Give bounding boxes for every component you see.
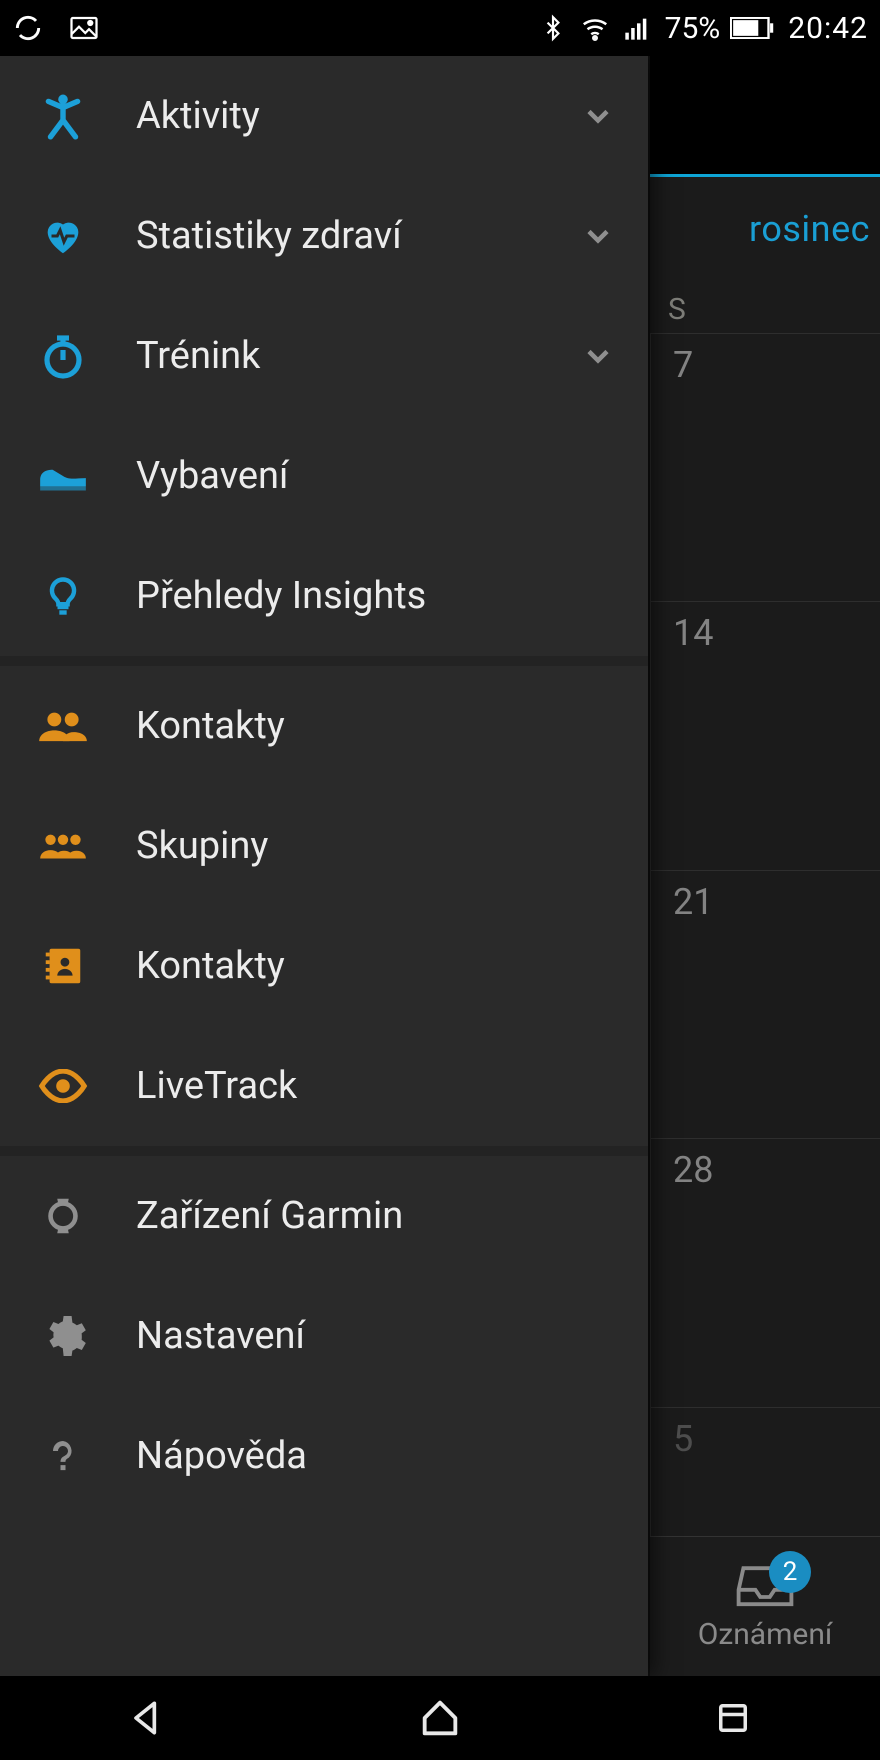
group-icon [36,819,90,873]
chevron-down-icon [578,336,618,376]
calendar-cell[interactable]: 14 [650,602,880,870]
menu-label: Nastavení [136,1314,618,1358]
menu-label: Zařízení Garmin [136,1194,618,1238]
sync-icon [12,12,44,44]
heart-icon [36,209,90,263]
notifications-label: Oznámení [698,1617,833,1652]
menu-item-settings[interactable]: Nastavení [0,1276,648,1396]
users-icon [36,699,90,753]
menu-item-insights[interactable]: Přehledy Insights [0,536,648,656]
recents-button[interactable] [703,1694,763,1742]
menu-item-contacts[interactable]: Kontakty [0,666,648,786]
image-icon [68,12,100,44]
signal-icon [621,12,653,44]
menu-item-activities[interactable]: Aktivity [0,56,648,176]
day-header: S [650,286,880,334]
menu-label: Aktivity [136,94,532,138]
bulb-icon [36,569,90,623]
stopwatch-icon [36,329,90,383]
home-button[interactable] [410,1694,470,1742]
gear-icon [36,1309,90,1363]
navigation-drawer: Aktivity Statistiky zdraví Trénink [0,56,648,1676]
battery-icon [730,17,774,39]
address-book-icon [36,939,90,993]
clock-time: 20:42 [788,11,868,46]
menu-label: Vybavení [136,454,618,498]
bluetooth-icon [537,12,569,44]
menu-item-gear[interactable]: Vybavení [0,416,648,536]
battery-percent: 75% [665,11,721,46]
notification-badge: 2 [769,1551,811,1593]
wifi-icon [579,12,611,44]
person-icon [36,89,90,143]
system-nav-bar [0,1676,880,1760]
menu-label: Kontakty [136,704,618,748]
menu-label: Nápověda [136,1434,618,1478]
menu-item-groups[interactable]: Skupiny [0,786,648,906]
status-bar: 75% 20:42 [0,0,880,56]
month-label: rosinec [749,208,870,250]
menu-label: Přehledy Insights [136,574,618,618]
notifications-tab[interactable]: 2 Oznámení [650,1536,880,1676]
menu-item-address-book[interactable]: Kontakty [0,906,648,1026]
menu-item-training[interactable]: Trénink [0,296,648,416]
calendar-cell[interactable]: 28 [650,1139,880,1407]
calendar-cell[interactable]: 7 [650,334,880,602]
menu-label: LiveTrack [136,1064,618,1108]
back-button[interactable] [117,1694,177,1742]
menu-label: Statistiky zdraví [136,214,532,258]
menu-label: Trénink [136,334,532,378]
eye-icon [36,1059,90,1113]
menu-item-garmin-devices[interactable]: Zařízení Garmin [0,1156,648,1276]
shoe-icon [36,449,90,503]
watch-icon [36,1189,90,1243]
menu-label: Skupiny [136,824,618,868]
calendar-cell[interactable]: 21 [650,871,880,1139]
question-icon [36,1429,90,1483]
menu-item-help[interactable]: Nápověda [0,1396,648,1516]
menu-label: Kontakty [136,944,618,988]
chevron-down-icon [578,96,618,136]
menu-item-livetrack[interactable]: LiveTrack [0,1026,648,1146]
menu-item-health-stats[interactable]: Statistiky zdraví [0,176,648,296]
chevron-down-icon [578,216,618,256]
